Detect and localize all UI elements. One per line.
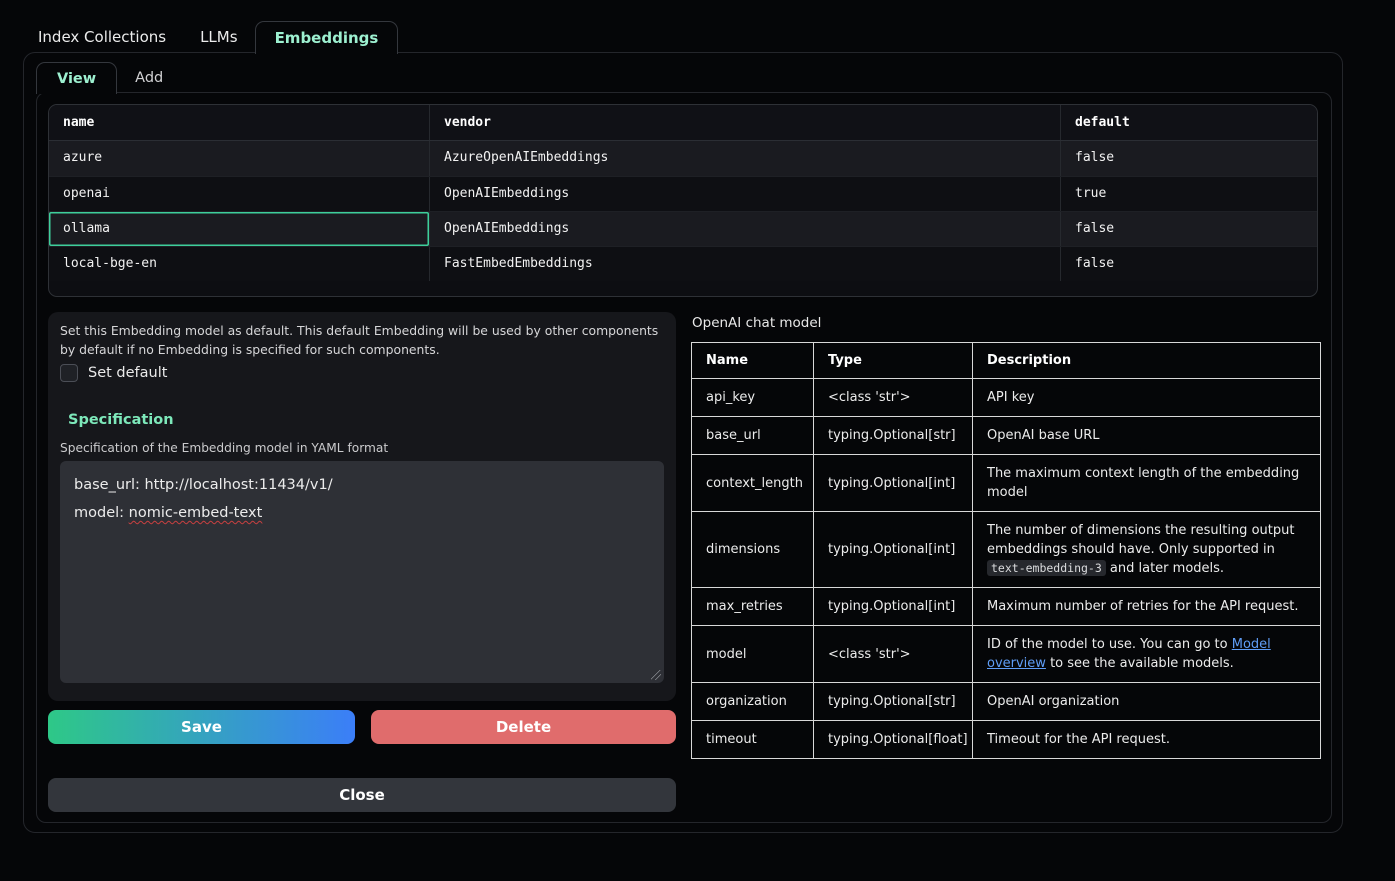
app-window: Index Collections LLMs Embeddings View A… bbox=[0, 0, 1395, 881]
info-cell-description: Timeout for the API request. bbox=[973, 721, 1321, 759]
embeddings-table-body: azureAzureOpenAIEmbeddingsfalseopenaiOpe… bbox=[49, 141, 1317, 281]
info-cell-type: typing.Optional[str] bbox=[814, 683, 973, 721]
info-cell-type: <class 'str'> bbox=[814, 626, 973, 683]
cell-name-local-bge-en[interactable]: local-bge-en bbox=[49, 247, 429, 281]
info-cell-name: timeout bbox=[692, 721, 814, 759]
info-cell-name: dimensions bbox=[692, 512, 814, 588]
info-row-context_length: context_lengthtyping.Optional[int] The ma… bbox=[692, 455, 1321, 512]
embedding-detail-panel: Set this Embedding model as default. Thi… bbox=[48, 312, 676, 701]
info-cell-description: API key bbox=[973, 379, 1321, 417]
info-cell-type: <class 'str'> bbox=[814, 379, 973, 417]
column-header-name: name bbox=[49, 105, 429, 140]
cell-default-local-bge-en[interactable]: false bbox=[1060, 247, 1317, 281]
description-text: ID of the model to use. You can go to bbox=[987, 637, 1232, 652]
info-cell-type: typing.Optional[int] bbox=[814, 588, 973, 626]
info-cell-type: typing.Optional[str] bbox=[814, 417, 973, 455]
info-cell-name: max_retries bbox=[692, 588, 814, 626]
info-cell-name: organization bbox=[692, 683, 814, 721]
main-tabbar: Index Collections LLMs Embeddings bbox=[23, 21, 398, 53]
info-cell-description: OpenAI base URL bbox=[973, 417, 1321, 455]
info-table-body: api_key<class 'str'>API keybase_urltypin… bbox=[692, 379, 1321, 759]
cell-name-azure[interactable]: azure bbox=[49, 141, 429, 176]
info-row-model: model<class 'str'>ID of the model to use… bbox=[692, 626, 1321, 683]
spec-line-2: model: nomic-embed-text bbox=[74, 499, 650, 527]
set-default-checkbox-row[interactable]: Set default bbox=[60, 364, 167, 382]
cell-name-openai[interactable]: openai bbox=[49, 177, 429, 211]
specification-help-text: Specification of the Embedding model in … bbox=[60, 441, 388, 455]
info-row-timeout: timeouttyping.Optional[float] Timeout for… bbox=[692, 721, 1321, 759]
embeddings-row-azure[interactable]: azureAzureOpenAIEmbeddingsfalse bbox=[49, 141, 1317, 176]
checkbox-icon[interactable] bbox=[60, 364, 78, 382]
info-cell-type: typing.Optional[int] bbox=[814, 455, 973, 512]
cell-name-ollama[interactable]: ollama bbox=[49, 212, 429, 246]
specification-heading: Specification bbox=[68, 412, 174, 428]
description-text: The number of dimensions the resulting o… bbox=[987, 523, 1294, 557]
tab-llms[interactable]: LLMs bbox=[183, 21, 254, 53]
info-table-header: Name Type Description bbox=[692, 343, 1321, 379]
info-cell-description: The maximum context length of the embedd… bbox=[973, 455, 1321, 512]
info-cell-description: ID of the model to use. You can go to Mo… bbox=[973, 626, 1321, 683]
tab-view[interactable]: View bbox=[36, 62, 117, 94]
embeddings-row-local-bge-en[interactable]: local-bge-enFastEmbedEmbeddingsfalse bbox=[49, 246, 1317, 281]
info-panel-title: OpenAI chat model bbox=[692, 315, 821, 331]
description-text: The maximum context length of the embedd… bbox=[987, 466, 1299, 500]
column-header-vendor: vendor bbox=[429, 105, 1060, 140]
info-header-name: Name bbox=[692, 343, 814, 379]
info-cell-name: base_url bbox=[692, 417, 814, 455]
info-cell-description: The number of dimensions the resulting o… bbox=[973, 512, 1321, 588]
embeddings-table-header: name vendor default bbox=[49, 105, 1317, 141]
code-chip: text-embedding-3 bbox=[987, 560, 1106, 576]
description-text: and later models. bbox=[1106, 561, 1224, 576]
info-cell-description: OpenAI organization bbox=[973, 683, 1321, 721]
embeddings-table: name vendor default azureAzureOpenAIEmbe… bbox=[48, 104, 1318, 297]
tab-index-collections[interactable]: Index Collections bbox=[23, 21, 183, 53]
description-text: API key bbox=[987, 390, 1034, 405]
cell-vendor-openai[interactable]: OpenAIEmbeddings bbox=[429, 177, 1060, 211]
tab-embeddings[interactable]: Embeddings bbox=[255, 21, 399, 54]
info-row-max_retries: max_retriestyping.Optional[int] Maximum n… bbox=[692, 588, 1321, 626]
cell-vendor-azure[interactable]: AzureOpenAIEmbeddings bbox=[429, 141, 1060, 176]
info-cell-name: api_key bbox=[692, 379, 814, 417]
info-row-base_url: base_urltyping.Optional[str] OpenAI base … bbox=[692, 417, 1321, 455]
description-text: OpenAI base URL bbox=[987, 428, 1100, 443]
info-cell-description: Maximum number of retries for the API re… bbox=[973, 588, 1321, 626]
save-button[interactable]: Save bbox=[48, 710, 355, 744]
info-row-dimensions: dimensionstyping.Optional[int] The number… bbox=[692, 512, 1321, 588]
info-cell-name: context_length bbox=[692, 455, 814, 512]
info-row-api_key: api_key<class 'str'> API key bbox=[692, 379, 1321, 417]
set-default-help-text: Set this Embedding model as default. Thi… bbox=[60, 321, 666, 359]
column-header-default: default bbox=[1060, 105, 1317, 140]
tab-add[interactable]: Add bbox=[117, 62, 181, 93]
close-button[interactable]: Close bbox=[48, 778, 676, 812]
specification-textarea[interactable]: base_url: http://localhost:11434/v1/ mod… bbox=[60, 461, 664, 683]
spec-line-1: base_url: http://localhost:11434/v1/ bbox=[74, 471, 650, 499]
description-text: to see the available models. bbox=[1046, 656, 1234, 671]
info-header-type: Type bbox=[814, 343, 973, 379]
description-text: OpenAI organization bbox=[987, 694, 1119, 709]
description-text: Maximum number of retries for the API re… bbox=[987, 599, 1298, 614]
sub-tabbar: View Add bbox=[36, 62, 181, 93]
set-default-label: Set default bbox=[88, 365, 167, 381]
cell-vendor-local-bge-en[interactable]: FastEmbedEmbeddings bbox=[429, 247, 1060, 281]
info-row-organization: organizationtyping.Optional[str] OpenAI o… bbox=[692, 683, 1321, 721]
info-cell-name: model bbox=[692, 626, 814, 683]
info-cell-type: typing.Optional[int] bbox=[814, 512, 973, 588]
cell-default-azure[interactable]: false bbox=[1060, 141, 1317, 176]
info-cell-type: typing.Optional[float] bbox=[814, 721, 973, 759]
description-text: Timeout for the API request. bbox=[987, 732, 1170, 747]
resize-handle-icon[interactable] bbox=[651, 670, 661, 680]
model-spec-table: Name Type Description api_key<class 'str… bbox=[691, 342, 1321, 759]
embeddings-row-openai[interactable]: openaiOpenAIEmbeddingstrue bbox=[49, 176, 1317, 211]
cell-default-openai[interactable]: true bbox=[1060, 177, 1317, 211]
cell-vendor-ollama[interactable]: OpenAIEmbeddings bbox=[429, 212, 1060, 246]
misspelled-word: nomic-embed-text bbox=[129, 505, 263, 521]
embeddings-row-ollama[interactable]: ollamaOpenAIEmbeddingsfalse bbox=[49, 211, 1317, 246]
delete-button[interactable]: Delete bbox=[371, 710, 676, 744]
info-header-description: Description bbox=[973, 343, 1321, 379]
cell-default-ollama[interactable]: false bbox=[1060, 212, 1317, 246]
